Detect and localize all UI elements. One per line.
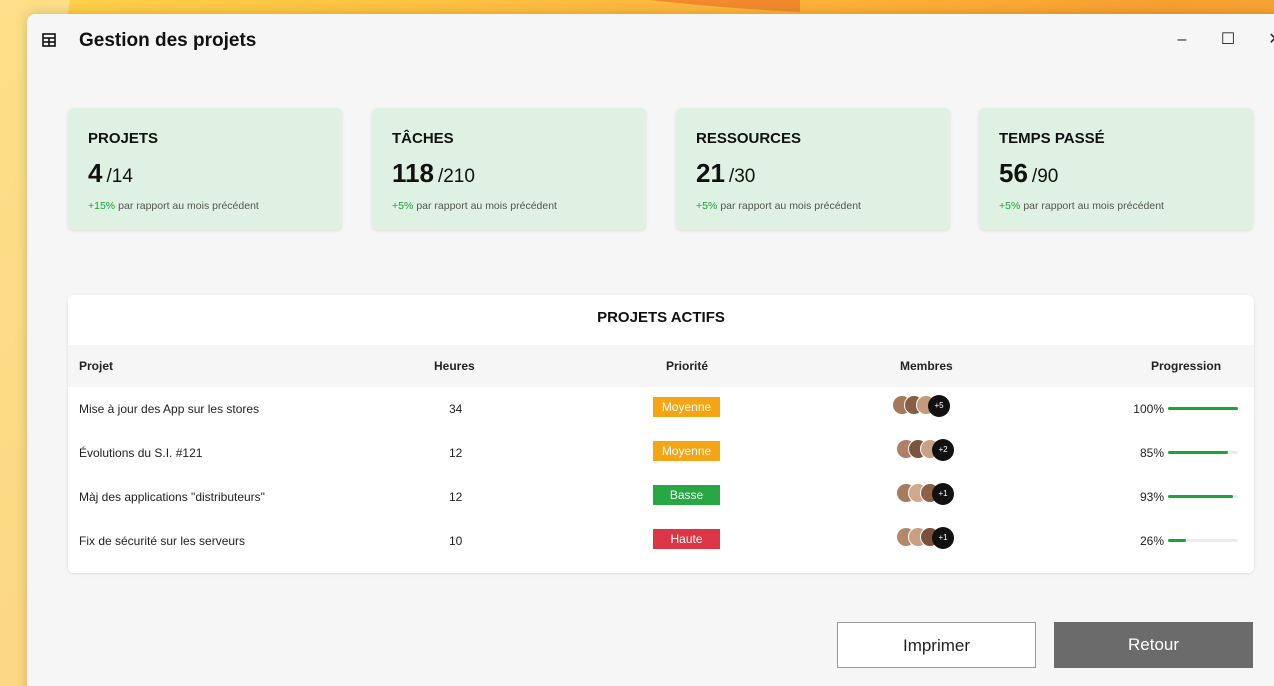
more-members-badge: +2	[932, 439, 954, 461]
progress-label: 85%	[1139, 446, 1164, 460]
stat-title: PROJETS	[88, 130, 159, 147]
stat-value: 118/210	[392, 158, 475, 188]
progress-bar	[1168, 495, 1238, 498]
minimize-button[interactable]: –	[1167, 28, 1197, 52]
stat-title: TÂCHES	[392, 130, 454, 147]
stat-value: 21/30	[696, 158, 756, 188]
progress-fill	[1168, 451, 1228, 454]
stat-total: /210	[437, 166, 475, 187]
stat-card-projects: PROJETS 4/14 +15% par rapport au mois pré…	[68, 108, 342, 230]
priority-badge: Basse	[653, 485, 720, 505]
stat-total: /14	[106, 166, 133, 187]
panel-title: PROJETS ACTIFS	[597, 309, 725, 326]
column-header-hours[interactable]: Heures	[434, 359, 475, 373]
progress-fill	[1168, 495, 1234, 498]
project-name: Évolutions du S.I. #121	[79, 446, 203, 460]
table-row[interactable]: Màj des applications "distributeurs" 12 …	[68, 481, 1254, 515]
progress-label: 93%	[1139, 490, 1164, 504]
stat-total: /30	[728, 166, 756, 187]
progress-bar	[1168, 451, 1238, 454]
members-avatars[interactable]: +2	[892, 439, 962, 463]
progress-label: 100%	[1133, 402, 1164, 416]
project-hours: 12	[449, 490, 463, 504]
title-bar: Gestion des projets – ☐ ✕	[27, 14, 1274, 70]
priority-badge: Moyenne	[653, 441, 720, 461]
priority-badge: Moyenne	[653, 397, 720, 417]
stat-note: +5% par rapport au mois précédent	[392, 200, 557, 212]
active-projects-panel: PROJETS ACTIFS Projet Heures Priorité Me…	[68, 295, 1254, 573]
progress-fill	[1168, 539, 1187, 542]
column-header-project[interactable]: Projet	[79, 359, 113, 373]
maximize-button[interactable]: ☐	[1213, 28, 1243, 52]
column-header-progress[interactable]: Progression	[1151, 359, 1221, 373]
progress-bar	[1168, 407, 1238, 410]
column-header-members[interactable]: Membres	[900, 359, 953, 373]
stat-change: +5%	[392, 200, 414, 212]
members-avatars[interactable]: +5	[892, 395, 962, 419]
table-row[interactable]: Évolutions du S.I. #121 12 Moyenne +2 85…	[68, 437, 1254, 471]
project-name: Fix de sécurité sur les serveurs	[79, 534, 246, 548]
more-members-badge: +5	[928, 395, 950, 417]
table-header: Projet Heures Priorité Membres Progressi…	[68, 345, 1254, 387]
table-row[interactable]: Fix de sécurité sur les serveurs 10 Haut…	[68, 525, 1254, 559]
close-button[interactable]: ✕	[1260, 28, 1274, 52]
stat-card-time-spent: TEMPS PASSÉ 56/90 +5% par rapport au mois…	[979, 108, 1253, 230]
project-hours: 10	[449, 534, 463, 548]
more-members-badge: +1	[932, 527, 954, 549]
stat-title: TEMPS PASSÉ	[999, 130, 1105, 147]
progress-bar	[1168, 539, 1238, 542]
project-hours: 12	[449, 446, 463, 460]
members-avatars[interactable]: +1	[892, 483, 962, 507]
progress-fill	[1168, 407, 1238, 410]
stat-note: +5% par rapport au mois précédent	[999, 200, 1164, 212]
stat-value: 4/14	[88, 158, 133, 188]
stat-card-resources: RESSOURCES 21/30 +5% par rapport au mois …	[676, 108, 950, 230]
stat-total: /90	[1031, 166, 1059, 187]
project-name: Màj des applications "distributeurs"	[79, 490, 265, 504]
more-members-badge: +1	[932, 483, 954, 505]
stat-title: RESSOURCES	[696, 130, 802, 147]
table-row[interactable]: Mise à jour des App sur les stores 34 Mo…	[68, 393, 1254, 427]
column-header-priority[interactable]: Priorité	[666, 359, 708, 373]
print-button[interactable]: Imprimer	[837, 622, 1036, 668]
project-hours: 34	[449, 402, 463, 416]
project-name: Mise à jour des App sur les stores	[79, 402, 260, 416]
priority-badge: Haute	[653, 529, 720, 549]
stat-change: +5%	[999, 200, 1021, 212]
window-title: Gestion des projets	[79, 30, 257, 51]
stat-change: +5%	[696, 200, 718, 212]
stat-note: +5% par rapport au mois précédent	[696, 200, 861, 212]
app-window: Gestion des projets – ☐ ✕ PROJETS 4/14 +…	[27, 14, 1274, 686]
stat-value: 56/90	[999, 158, 1059, 188]
stat-card-tasks: TÂCHES 118/210 +5% par rapport au mois pr…	[372, 108, 646, 230]
back-button[interactable]: Retour	[1054, 622, 1253, 668]
stat-note: +15% par rapport au mois précédent	[88, 200, 259, 212]
members-avatars[interactable]: +1	[892, 527, 962, 551]
progress-label: 26%	[1139, 534, 1164, 548]
table-icon	[42, 33, 56, 47]
stat-change: +15%	[88, 200, 116, 212]
